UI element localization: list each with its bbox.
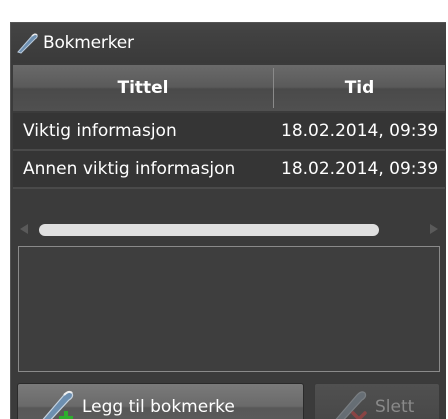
panel-title: Bokmerker [43,33,134,53]
scroll-right-arrow-icon[interactable] [423,218,445,240]
bookmark-preview-area [18,246,440,372]
bookmarks-panel: Bokmerker Tittel Tid Viktig informasjon … [10,22,446,419]
row-time: 18.02.2014, 09:39 [281,159,439,179]
table-row[interactable]: Viktig informasjon 18.02.2014, 09:39 [13,113,445,151]
scroll-left-arrow-icon[interactable] [13,218,35,240]
add-bookmark-label: Legg til bokmerke [82,397,235,417]
scrollbar-thumb[interactable] [39,224,379,236]
column-header-title[interactable]: Tittel [13,65,273,111]
column-header-time[interactable]: Tid [274,65,445,111]
panel-titlebar: Bokmerker [11,23,446,63]
row-time: 18.02.2014, 09:39 [281,121,439,141]
delete-bookmark-label: Slett [375,397,415,417]
horizontal-scrollbar[interactable] [13,218,445,240]
add-bookmark-button[interactable]: Legg til bokmerke [17,383,304,419]
scrollbar-track[interactable] [35,218,423,240]
bookmark-ribbon-icon [14,30,40,56]
row-title: Viktig informasjon [23,121,177,141]
table-row[interactable]: Annen viktig informasjon 18.02.2014, 09:… [13,151,445,189]
delete-bookmark-button[interactable]: Slett [314,383,440,419]
bookmark-add-icon [34,385,78,419]
table-header: Tittel Tid [13,65,445,111]
bookmark-delete-icon [327,385,371,419]
row-title: Annen viktig informasjon [23,159,236,179]
